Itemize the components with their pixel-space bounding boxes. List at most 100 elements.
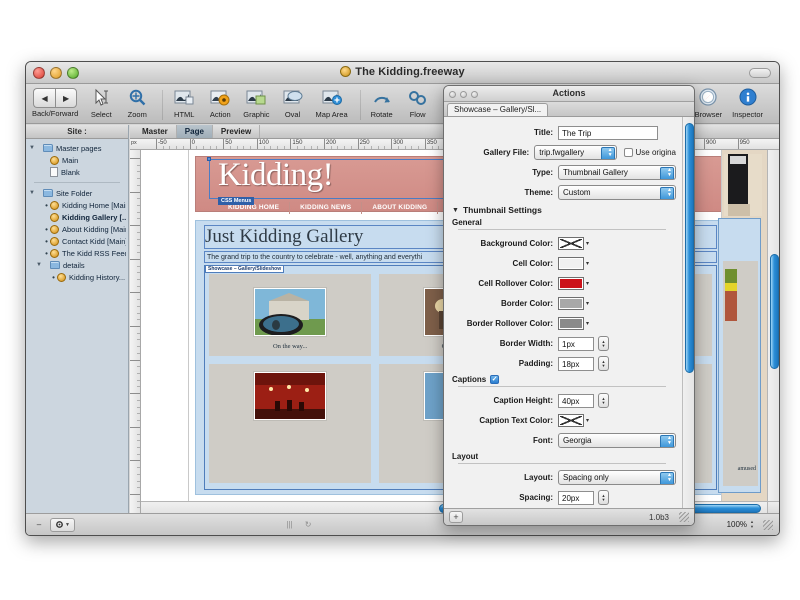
tab-master[interactable]: Master — [134, 125, 177, 138]
tree-item[interactable]: Kidding Gallery [... — [28, 211, 126, 223]
tree-item[interactable]: Main — [28, 154, 126, 166]
toolbar-item-rotate[interactable]: Rotate — [369, 86, 395, 119]
captions-checkbox[interactable]: ✓ — [490, 375, 500, 384]
toolbar-item-map-area[interactable]: Map Area — [316, 86, 348, 119]
padding-stepper[interactable]: 18px — [558, 356, 594, 371]
background-color-swatch[interactable]: ▾ — [558, 237, 589, 250]
select-arrow-icon[interactable] — [88, 87, 114, 109]
toolbar-item-flow[interactable]: Flow — [405, 86, 431, 119]
tree-item[interactable]: ▼ details — [28, 259, 126, 271]
caption-font-popup[interactable]: Georgia ▲ ▼ — [558, 433, 676, 448]
thumbnail-image[interactable] — [254, 288, 327, 336]
nav-item[interactable]: ABOUT KIDDING — [362, 202, 439, 214]
caption-text-color-swatch[interactable]: ▾ — [558, 414, 589, 427]
gallery-file-popup[interactable]: trip.fwgallery ▲ ▼ — [534, 145, 617, 160]
actions-scroll-thumb[interactable] — [685, 123, 694, 373]
caption-height-stepper-buttons[interactable]: ▲ ▼ — [598, 393, 609, 408]
title-field[interactable]: The Trip — [558, 125, 658, 140]
magnifier-icon[interactable] — [124, 87, 150, 109]
flow-link-icon[interactable] — [405, 87, 431, 109]
border-rollover-color-swatch[interactable]: ▾ — [558, 317, 589, 330]
browser-compass-icon[interactable] — [695, 87, 721, 109]
graphic-image-icon[interactable] — [243, 87, 269, 109]
tree-item[interactable]: Blank — [28, 166, 126, 178]
action-gear-icon[interactable] — [207, 87, 233, 109]
border-color-swatch[interactable]: ▾ — [558, 297, 589, 310]
nav-item[interactable]: KIDDING NEWS — [290, 202, 363, 214]
cell-color-swatch[interactable]: ▾ — [558, 257, 589, 270]
caption-height-stepper[interactable]: 40px — [558, 393, 594, 408]
border-width-stepper-buttons[interactable]: ▲ ▼ — [598, 336, 609, 351]
toolbar-item-oval[interactable]: Oval — [280, 86, 306, 119]
tree-item[interactable]: • Kidding History... — [28, 271, 126, 283]
tree-item[interactable]: • The Kidd RSS Feed ... — [28, 247, 126, 259]
thumbnail-settings-disclosure[interactable]: ▼ Thumbnail Settings — [452, 205, 676, 215]
scroll-thumb-vertical[interactable] — [770, 254, 779, 369]
padding-stepper-buttons[interactable]: ▲ ▼ — [598, 356, 609, 371]
toolbar-item-back-forward[interactable]: ◀ ▶ Back/Forward — [32, 86, 78, 118]
color-well[interactable] — [558, 297, 584, 310]
color-well[interactable] — [558, 414, 584, 427]
disclosure-triangle-icon[interactable]: ▼ — [452, 207, 459, 214]
swatch-menu-arrow-icon[interactable]: ▾ — [586, 280, 589, 287]
theme-popup[interactable]: Custom ▲ ▼ — [558, 185, 676, 200]
map-area-icon[interactable] — [319, 87, 345, 109]
toolbar-item-zoom[interactable]: Zoom — [124, 86, 150, 119]
twisty-icon[interactable]: ▼ — [35, 262, 43, 268]
tree-item[interactable]: • About Kidding [Main] — [28, 223, 126, 235]
info-circle-icon[interactable] — [735, 87, 761, 109]
swatch-menu-arrow-icon[interactable]: ▾ — [586, 240, 589, 247]
toolbar-item-graphic[interactable]: Graphic — [243, 86, 270, 119]
columns-icon[interactable]: ||| — [283, 518, 297, 532]
html-box-icon[interactable] — [171, 87, 197, 109]
actions-resize-grip[interactable] — [679, 512, 689, 522]
toolbar-toggle-button[interactable] — [749, 68, 771, 78]
toolbar-item-html[interactable]: HTML — [171, 86, 197, 119]
refresh-icon[interactable]: ↻ — [301, 518, 316, 532]
thumbnail-image[interactable] — [254, 372, 327, 420]
tree-item[interactable]: ▼ Master pages — [28, 142, 126, 154]
actions-vertical-scrollbar[interactable] — [682, 117, 694, 508]
tree-item[interactable]: • Kidding Home [Main] — [28, 199, 126, 211]
tab-preview[interactable]: Preview — [213, 125, 261, 138]
swatch-menu-arrow-icon[interactable]: ▾ — [586, 417, 589, 424]
actions-tab-showcase[interactable]: Showcase – Gallery/Sl... — [447, 103, 549, 116]
canvas-vertical-scrollbar[interactable] — [767, 150, 779, 501]
spacing-stepper[interactable]: 20px — [558, 490, 594, 505]
oval-shape-icon[interactable] — [280, 87, 306, 109]
toolbar-item-inspector[interactable]: Inspector — [732, 86, 763, 119]
zoom-stepper[interactable]: ▲ ▼ — [750, 520, 754, 529]
back-arrow-icon[interactable]: ◀ — [33, 88, 56, 108]
swatch-menu-arrow-icon[interactable]: ▾ — [586, 260, 589, 267]
color-well[interactable] — [558, 237, 584, 250]
layout-popup[interactable]: Spacing only ▲ ▼ — [558, 470, 676, 485]
back-forward-icon[interactable]: ◀ ▶ — [33, 88, 78, 108]
use-original-checkbox[interactable]: Use origina — [623, 148, 676, 157]
twisty-icon[interactable]: ▼ — [28, 190, 36, 196]
toolbar-item-browser[interactable]: Browser — [695, 86, 722, 119]
type-popup[interactable]: Thumbnail Gallery ▲ ▼ — [558, 165, 676, 180]
tree-item[interactable]: • Contact Kidd [Main] — [28, 235, 126, 247]
add-action-button[interactable]: + — [449, 511, 463, 523]
resize-grip[interactable] — [763, 519, 773, 530]
forward-arrow-icon[interactable]: ▶ — [55, 88, 78, 108]
color-well[interactable] — [558, 257, 584, 270]
vertical-ruler[interactable] — [130, 150, 141, 513]
border-width-stepper[interactable]: 1px — [558, 336, 594, 351]
site-tree[interactable]: ▼ Master pages Main Blank ▼ Site Folder • Kiddi… — [26, 139, 128, 283]
checkbox-box[interactable] — [623, 148, 633, 157]
color-well[interactable] — [558, 277, 584, 290]
color-well[interactable] — [558, 317, 584, 330]
toolbar-item-action[interactable]: Action — [207, 86, 233, 119]
gallery-cell[interactable] — [209, 364, 372, 483]
swatch-menu-arrow-icon[interactable]: ▾ — [586, 320, 589, 327]
showcase-tag[interactable]: Showcase – Gallery/Slideshow — [205, 265, 285, 273]
collapse-button[interactable]: – — [32, 518, 46, 532]
toolbar-item-select[interactable]: Select — [88, 86, 114, 119]
tree-item[interactable]: ▼ Site Folder — [28, 187, 126, 199]
twisty-icon[interactable]: ▼ — [28, 145, 36, 151]
tab-page[interactable]: Page — [176, 125, 213, 138]
zoom-control[interactable]: 100% ▲ ▼ — [727, 519, 773, 530]
css-menus-tag[interactable]: CSS Menus — [218, 197, 255, 205]
captions-toggle[interactable]: Captions ✓ — [452, 375, 676, 384]
